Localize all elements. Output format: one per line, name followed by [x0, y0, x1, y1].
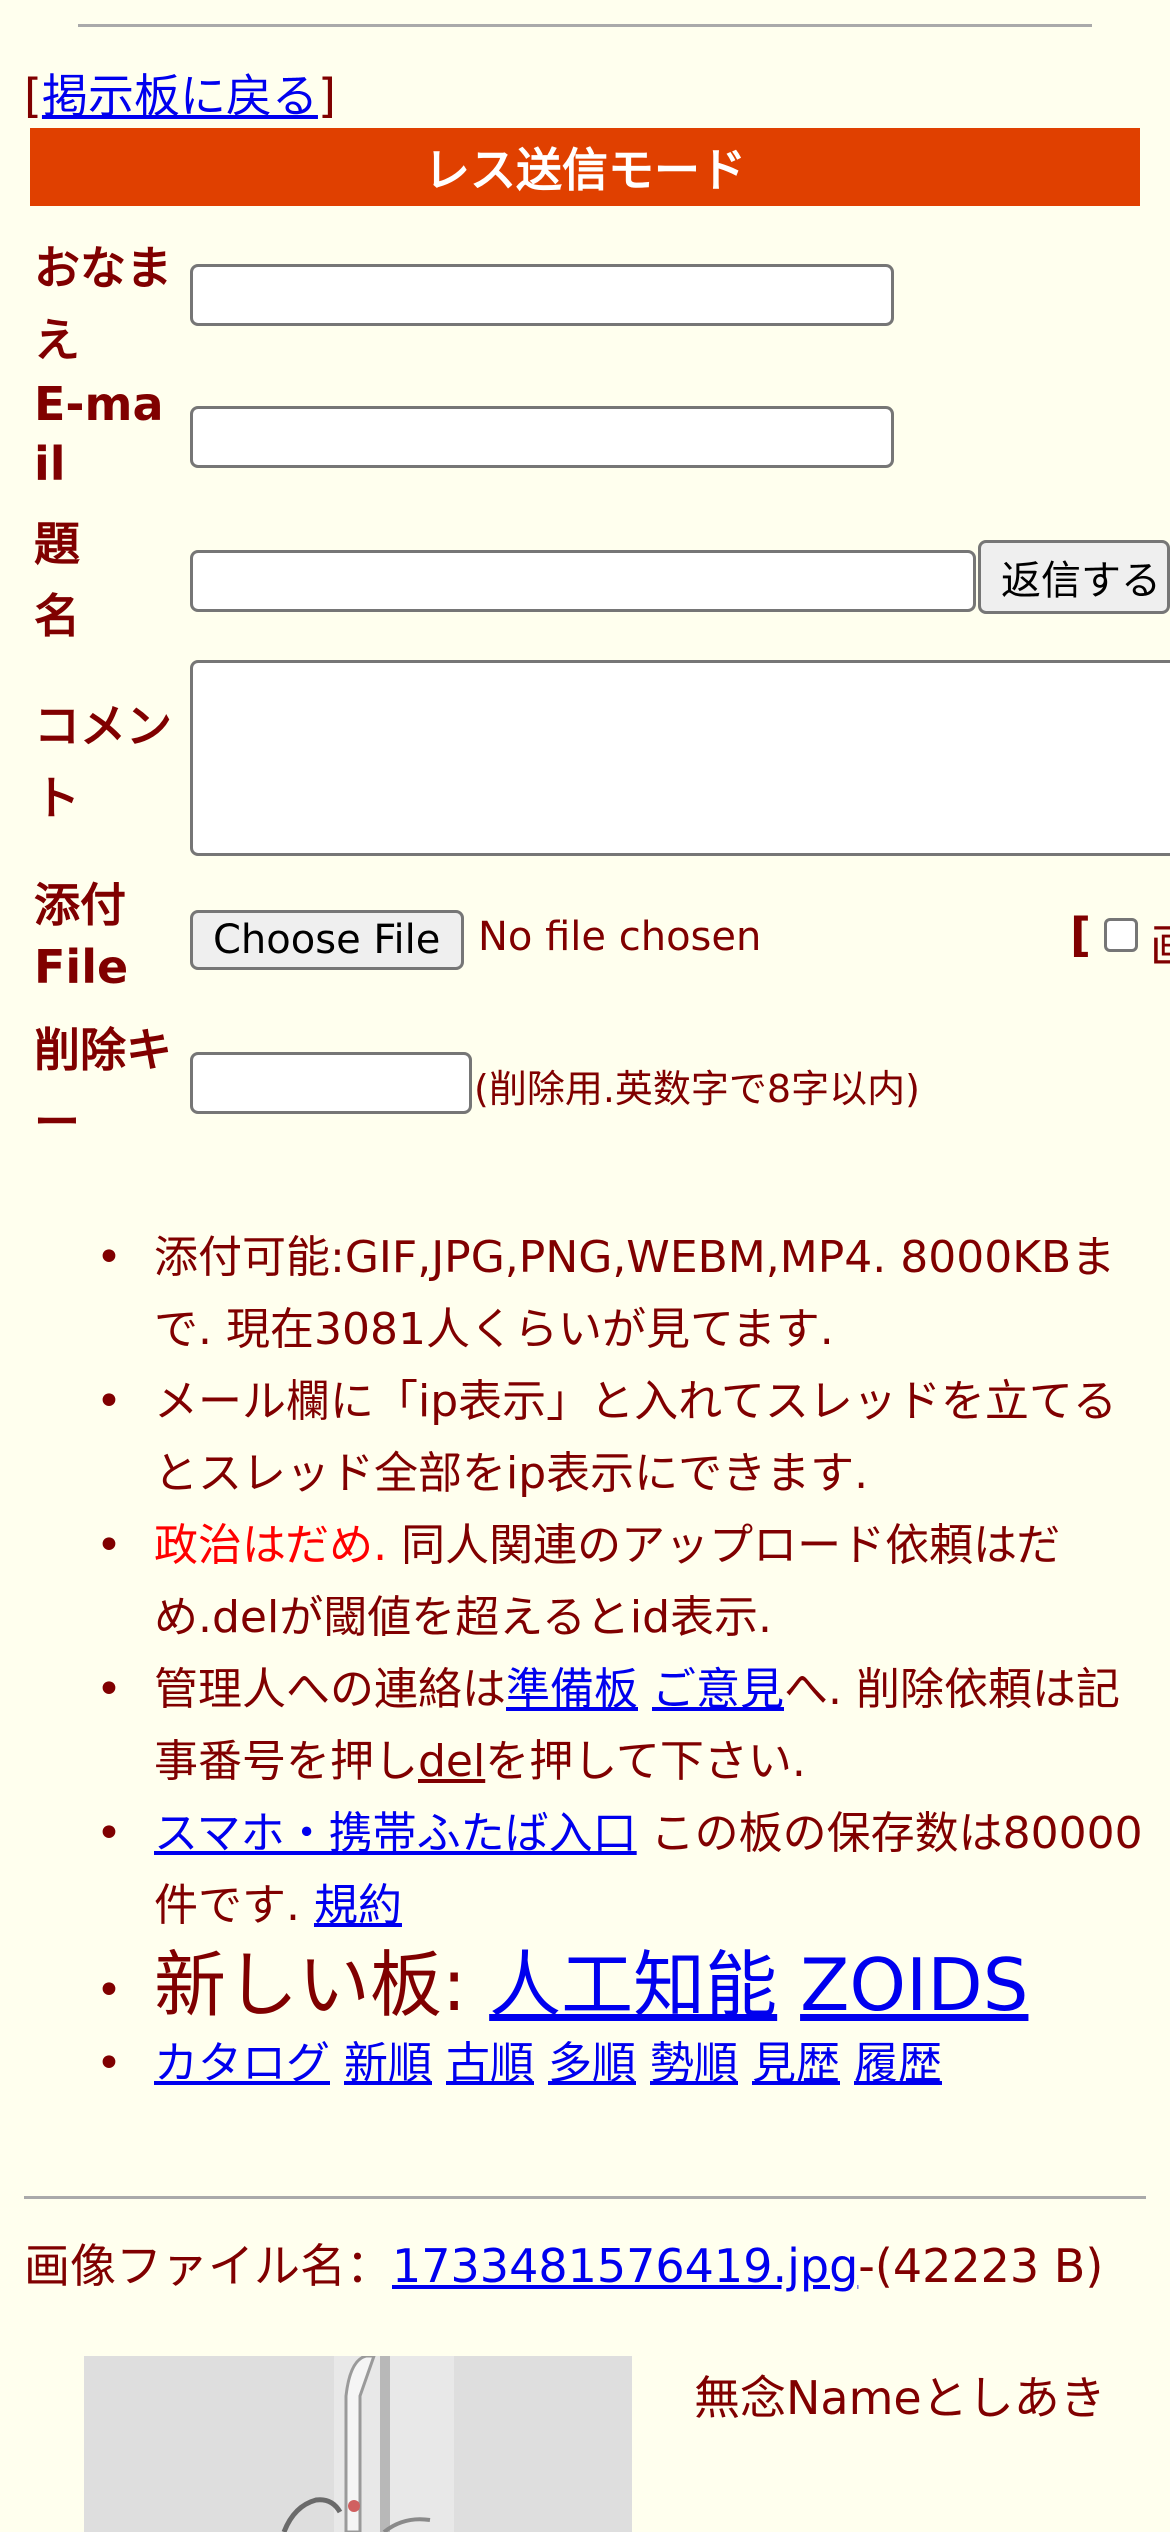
- submit-reply-button[interactable]: 返信する: [978, 540, 1170, 614]
- post-history-link[interactable]: 履歴: [854, 2038, 942, 2089]
- reply-mode-header: レス送信モード: [30, 128, 1140, 206]
- image-option-label-clipped: 画: [1150, 910, 1170, 964]
- file-name-prefix: 画像ファイル名：: [24, 2239, 392, 2293]
- note-politics-warning: 政治はだめ.: [154, 1520, 388, 1571]
- zoids-board-link[interactable]: ZOIDS: [800, 1943, 1028, 2027]
- name-input[interactable]: [190, 264, 894, 326]
- no-file-chosen-text: No file chosen: [478, 914, 762, 960]
- choose-file-button[interactable]: Choose File: [190, 910, 464, 970]
- note-new-boards: 新しい板: 人工知能 ZOIDS: [96, 1942, 1156, 2034]
- note-attachments: 添付可能:GIF,JPG,PNG,WEBM,MP4. 8000KBまで. 現在3…: [96, 1222, 1156, 1366]
- prep-board-link[interactable]: 準備板: [506, 1664, 638, 1715]
- attach-option-bracket: [: [1070, 908, 1092, 962]
- comment-label: コメント: [34, 699, 172, 825]
- mobile-entrance-link[interactable]: スマホ・携帯ふたば入口: [154, 1808, 637, 1859]
- email-input[interactable]: [190, 406, 894, 468]
- bottom-divider: [24, 2196, 1146, 2199]
- bracket-open: [: [24, 69, 42, 123]
- note-contact-text-c: を押して下さい.: [485, 1736, 806, 1787]
- post-image-thumbnail[interactable]: [84, 2356, 632, 2532]
- most-replies-link[interactable]: 多順: [548, 2038, 636, 2089]
- delete-key-hint: (削除用.英数字で8字以内): [474, 1067, 920, 1111]
- terms-link[interactable]: 規約: [314, 1880, 402, 1931]
- del-link[interactable]: del: [418, 1736, 485, 1787]
- back-to-board-link[interactable]: 掲示板に戻る: [42, 69, 318, 123]
- top-divider: [78, 24, 1092, 27]
- image-file-info: 画像ファイル名：1733481576419.jpg-(42223 B): [24, 2236, 1154, 2296]
- new-boards-prefix: 新しい板:: [154, 1943, 490, 2027]
- delete-key-input[interactable]: [190, 1052, 472, 1114]
- note-rules: 政治はだめ. 同人関連のアップロード依頼はだめ.delが閾値を超えるとid表示.: [96, 1510, 1156, 1654]
- image-option-checkbox[interactable]: [1104, 918, 1138, 952]
- feedback-link[interactable]: ご意見: [652, 1664, 784, 1715]
- attach-label: 添付File: [34, 878, 129, 994]
- viewed-history-link[interactable]: 見歴: [752, 2038, 840, 2089]
- name-label: おなまえ: [34, 241, 172, 367]
- ai-board-link[interactable]: 人工知能: [489, 1943, 777, 2027]
- subject-input[interactable]: [190, 550, 976, 612]
- note-ip-display-text: メール欄に「ip表示」と入れてスレッドを立てるとスレッド全部をip表示にできます…: [154, 1376, 1117, 1499]
- note-ip-display: メール欄に「ip表示」と入れてスレッドを立てるとスレッド全部をip表示にできます…: [96, 1366, 1156, 1510]
- comment-textarea[interactable]: [190, 660, 1170, 856]
- image-file-link[interactable]: 1733481576419.jpg: [392, 2239, 858, 2293]
- board-notes-list: 添付可能:GIF,JPG,PNG,WEBM,MP4. 8000KBまで. 現在3…: [96, 1222, 1156, 2100]
- note-contact: 管理人への連絡は準備板 ご意見へ. 削除依頼は記事番号を押しdelを押して下さい…: [96, 1654, 1156, 1798]
- oldest-link[interactable]: 古順: [446, 2038, 534, 2089]
- file-size: -(42223 B): [858, 2239, 1104, 2293]
- note-contact-text-a: 管理人への連絡は: [154, 1664, 506, 1715]
- bracket-close: ]: [317, 69, 336, 123]
- note-attachments-text: 添付可能:GIF,JPG,PNG,WEBM,MP4. 8000KBまで. 現在3…: [154, 1232, 1116, 1355]
- note-sort-links: カタログ 新順 古順 多順 勢順 見歴 履歴: [96, 2028, 1156, 2100]
- note-mobile: スマホ・携帯ふたば入口 この板の保存数は80000件です. 規約: [96, 1798, 1156, 1942]
- back-nav: [掲示板に戻る]: [24, 60, 336, 126]
- thumbnail-figure-icon: [84, 2356, 632, 2532]
- subject-label: 題名: [34, 517, 80, 643]
- delete-key-label: 削除キー: [34, 1023, 172, 1149]
- poster-name-line: 無念Nameとしあき: [694, 2371, 1106, 2425]
- newest-link[interactable]: 新順: [344, 2038, 432, 2089]
- email-label: E-mail: [34, 377, 164, 491]
- momentum-link[interactable]: 勢順: [650, 2038, 738, 2089]
- catalog-link[interactable]: カタログ: [154, 2038, 330, 2089]
